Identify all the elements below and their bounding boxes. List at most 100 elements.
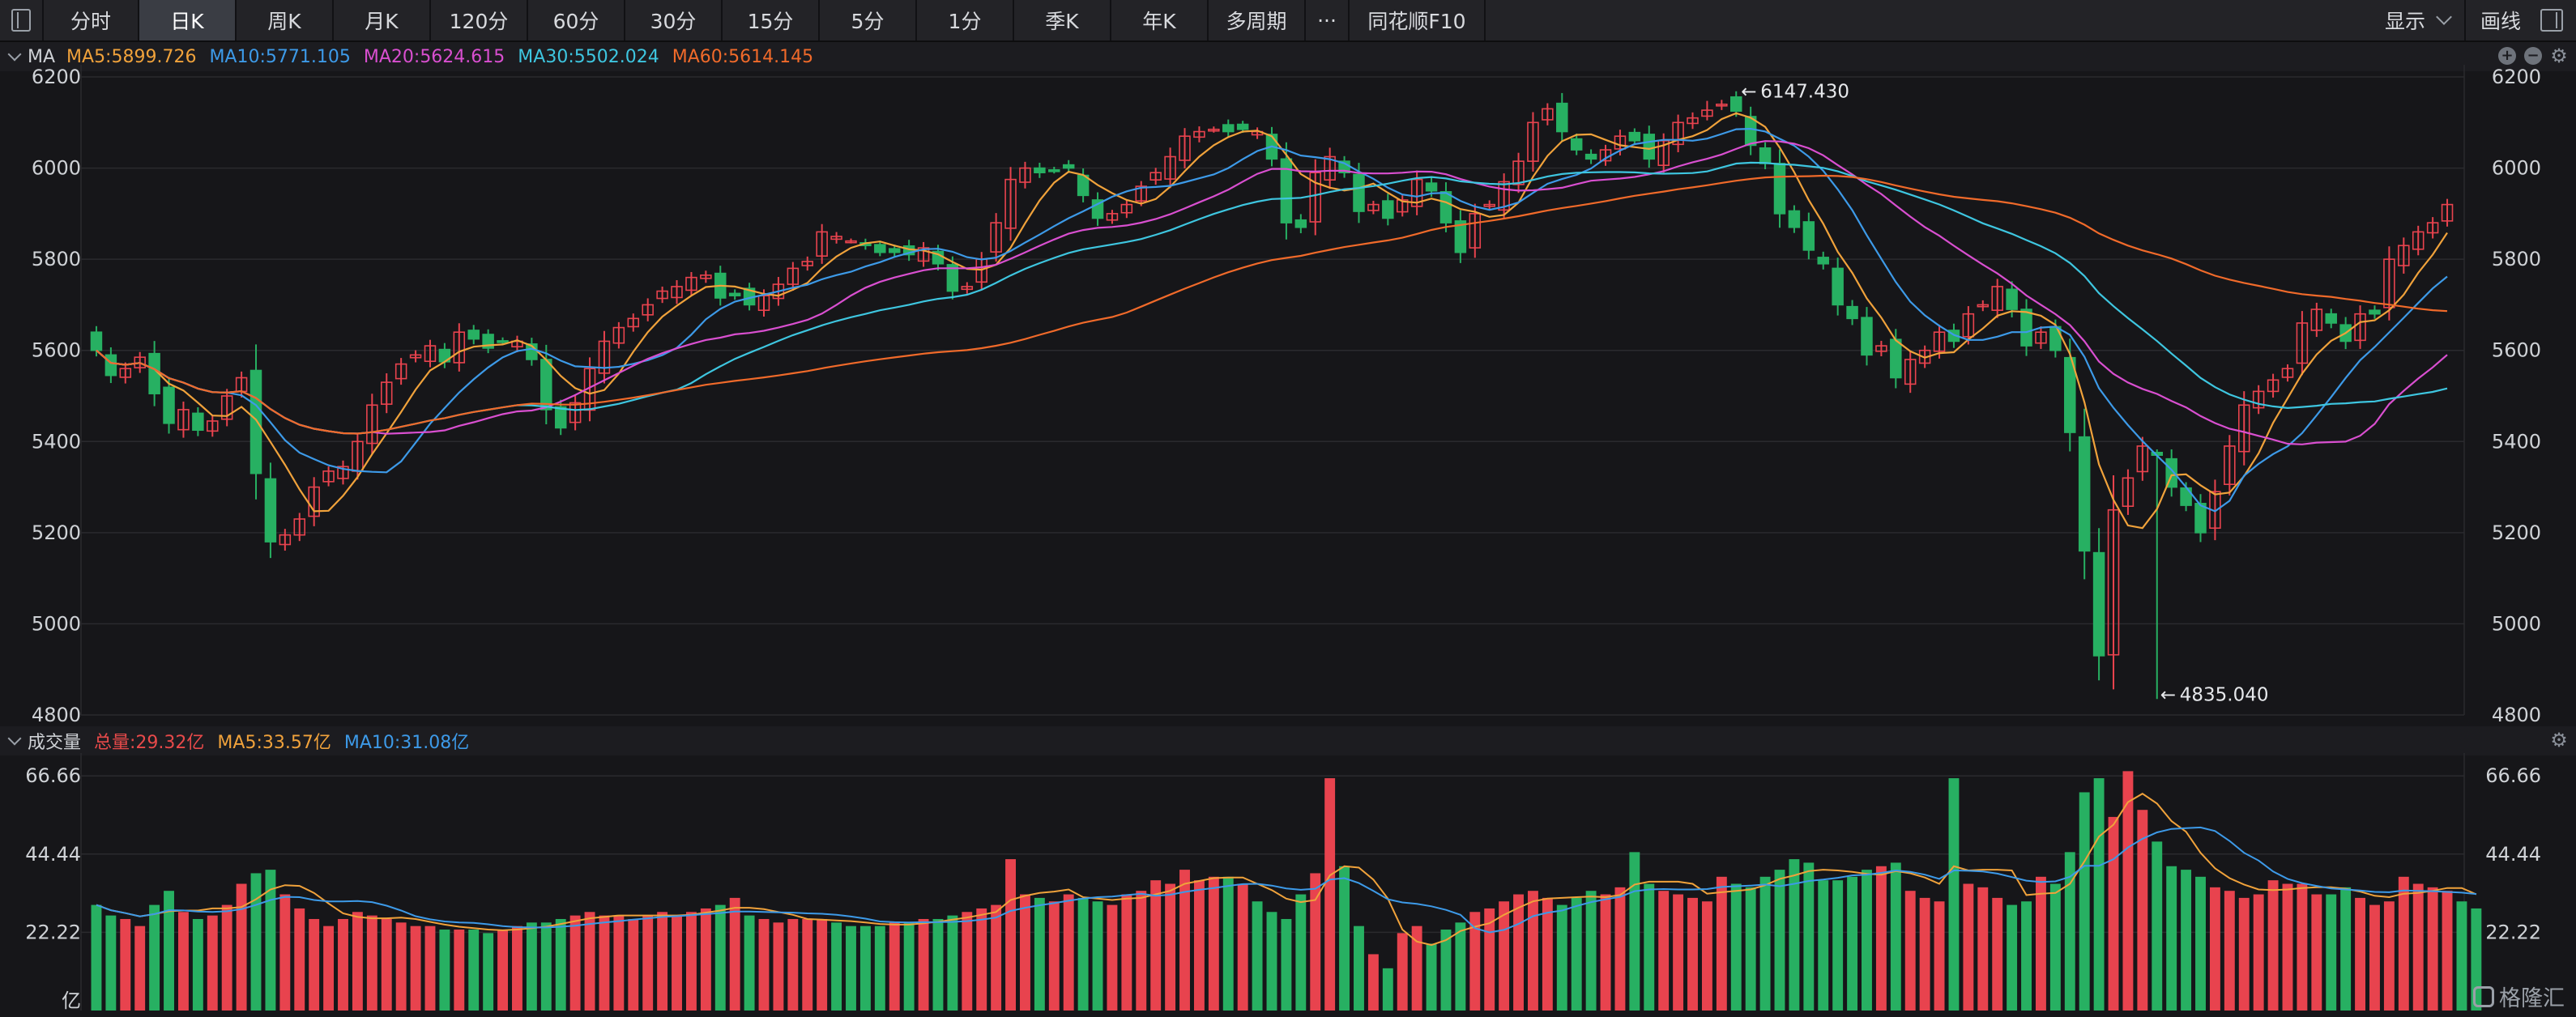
tab-11[interactable]: 年K [1111,0,1209,40]
volume-bar [338,918,348,1011]
volume-legend: 成交量 总量:29.32亿 MA5:33.57亿 MA10:31.08亿 ⚙ [0,726,2576,755]
candle-body [482,334,494,349]
volume-bar [2093,778,2105,1011]
gear-icon[interactable]: ⚙ [2550,46,2568,66]
candle-body [1861,317,1873,356]
tab-12[interactable]: 多周期 [1209,0,1306,40]
ma-legend-item: MA30:5502.024 [518,46,659,67]
candle-body [1556,102,1568,133]
tab-13[interactable]: ··· [1306,0,1350,40]
volume-bar [2282,883,2293,1011]
tab-1[interactable]: 日K [139,0,237,40]
volume-bar [540,922,552,1011]
zoom-out-icon[interactable]: − [2524,47,2542,65]
tab-14[interactable]: 同花顺F10 [1350,0,1486,40]
candle-body [2049,326,2062,351]
candle-body [2136,445,2149,473]
kline-chart[interactable]: 6200 62006000 60005800 58005600 56005400 5400… [0,0,2576,1017]
gear-icon[interactable]: ⚙ [2550,730,2568,750]
volume-bar [1324,778,1336,1011]
volume-bar [2355,897,2366,1011]
volume-unit-label: 亿 [62,989,81,1012]
candle-body [177,409,190,431]
tab-2[interactable]: 周K [237,0,334,40]
price-tick-right: 5600 [2492,339,2541,362]
volume-bar [1281,918,1292,1011]
volume-bar [1020,894,1030,1011]
candle-body [1643,134,1656,160]
volume-bar [628,918,639,1011]
sidebar-toggle-icon[interactable] [0,0,44,40]
candle-body [902,245,915,256]
volume-bar [2369,904,2380,1011]
candle-body [453,331,466,364]
candle-body [1149,172,1162,181]
tab-8[interactable]: 5分 [820,0,917,40]
tab-3[interactable]: 月K [334,0,431,40]
candle-body [220,395,233,420]
vol-legend-item: MA10:31.08亿 [343,733,470,753]
volume-bar [932,918,944,1011]
candle-body [1570,138,1583,151]
tab-4[interactable]: 120分 [431,0,528,40]
volume-bar [1600,894,1611,1011]
volume-bar [1382,968,1393,1011]
candle-body [1846,305,1858,320]
tab-0[interactable]: 分时 [44,0,139,40]
candle-body [207,420,219,432]
candle-body [1469,213,1482,249]
volume-bar [221,904,232,1011]
candle-body [2165,457,2177,488]
volume-bar [758,918,770,1011]
ma-legend-items: MA5:5899.726 MA10:5771.105 MA20:5624.615 MA… [66,47,826,67]
candle-body [1236,123,1249,130]
candle-body [2441,203,2454,222]
volume-bar [1528,891,1538,1011]
candle-body [1251,130,1264,136]
volume-bar [802,918,813,1011]
volume-bar [2181,870,2192,1011]
chevron-down-icon[interactable] [2436,9,2452,25]
volume-bar [483,933,494,1011]
volume-bar [1397,933,1408,1011]
zoom-in-icon[interactable]: + [2498,47,2516,65]
volume-bar [2209,887,2220,1011]
volume-bar [1063,894,1074,1011]
volume-bar [1862,870,1872,1011]
volume-bar [366,915,377,1011]
volume-bar [2079,792,2090,1011]
volume-ma-lines [96,793,2477,947]
volume-bar [1875,866,1887,1011]
collapse-arrow-icon[interactable] [7,47,22,62]
volume-panel-controls: ⚙ [2550,730,2568,750]
tab-7[interactable]: 15分 [723,0,820,40]
tab-6[interactable]: 30分 [625,0,723,40]
volume-bar [1658,891,1670,1011]
volume-bar [164,891,174,1011]
candle-body [1716,103,1728,107]
volume-bar [2035,876,2046,1011]
draw-line-button[interactable]: 画线 [2466,6,2529,35]
volume-bar [1948,778,1960,1011]
candle-body [2237,404,2250,453]
arrow-left-icon: ← [1741,82,1756,103]
collapse-arrow-icon[interactable] [7,731,22,746]
candle-body [830,236,842,240]
tab-5[interactable]: 60分 [528,0,625,40]
candle-body [279,534,292,546]
candle-body [2398,245,2410,266]
volume-bar [1701,901,1712,1011]
tab-9[interactable]: 1分 [917,0,1014,40]
candle-body [1091,199,1104,219]
display-menu[interactable]: 显示 [2377,6,2433,35]
panel-toggle-icon[interactable] [2540,9,2563,32]
volume-tick-left: 66.66 [25,764,81,787]
low-price-label: 4835.040 [2180,684,2269,705]
tab-10[interactable]: 季K [1014,0,1111,40]
candle-body [2325,313,2337,324]
candle-body [2412,231,2425,250]
volume-bar [2137,810,2148,1011]
volume-bar [352,912,363,1011]
price-tick-left: 5600 [32,339,81,362]
candle-body [1542,108,1554,121]
